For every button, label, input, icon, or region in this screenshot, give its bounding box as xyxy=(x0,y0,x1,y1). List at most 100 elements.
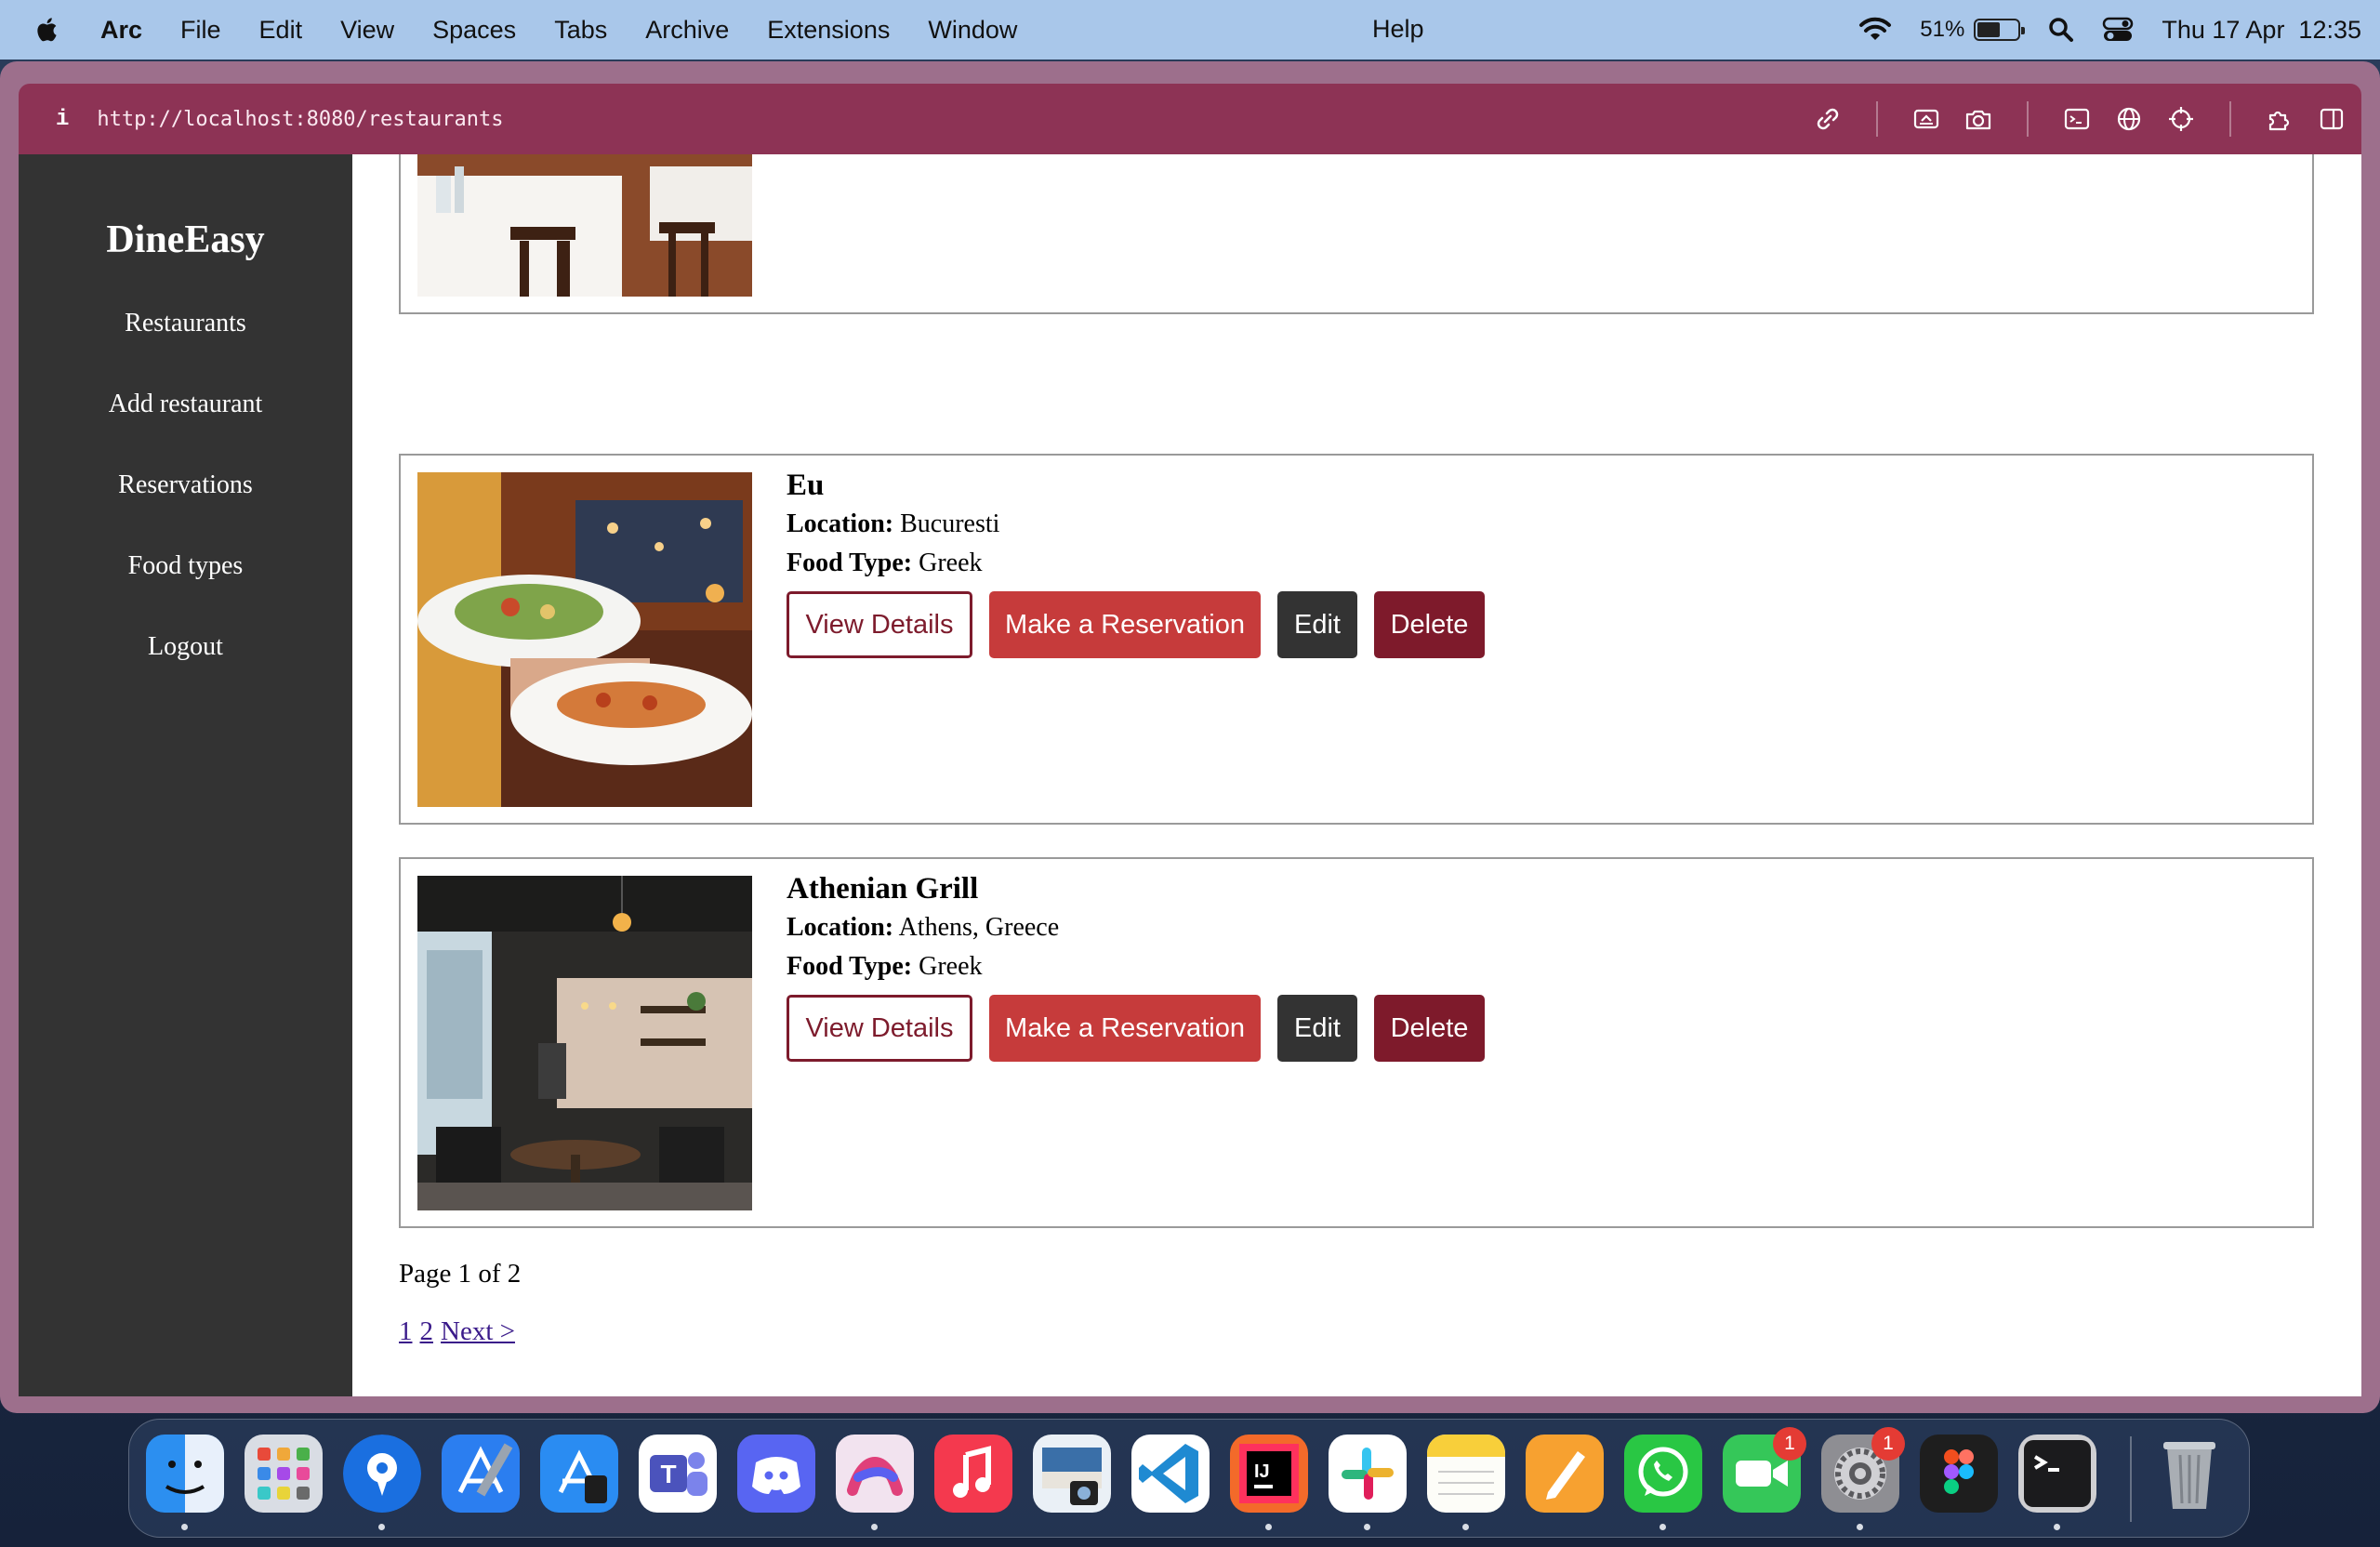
nav-add-restaurant[interactable]: Add restaurant xyxy=(19,386,352,467)
running-indicator xyxy=(871,1524,878,1530)
restaurant-name: Athenian Grill xyxy=(787,872,979,906)
location-label: Location: xyxy=(787,913,894,942)
location-label: Location: xyxy=(787,509,894,538)
app-store-icon[interactable] xyxy=(540,1435,618,1513)
control-center-icon[interactable] xyxy=(2102,17,2134,43)
discord-icon[interactable] xyxy=(737,1435,815,1513)
web-page: DineEasy Restaurants Add restaurant Rese… xyxy=(19,154,2361,1396)
delete-button[interactable]: Delete xyxy=(1374,591,1485,658)
edit-button[interactable]: Edit xyxy=(1277,995,1357,1062)
slack-icon[interactable] xyxy=(1329,1435,1407,1513)
pagination-status: Page 1 of 2 xyxy=(399,1259,522,1289)
pagination-links: 1 2 Next > xyxy=(399,1316,522,1347)
menu-tabs[interactable]: Tabs xyxy=(554,16,607,45)
running-indicator xyxy=(1659,1524,1666,1530)
terminal-icon[interactable] xyxy=(2018,1435,2096,1513)
extensions-icon[interactable] xyxy=(2263,102,2296,136)
battery-percent: 51% xyxy=(1920,17,1965,42)
running-indicator xyxy=(181,1524,188,1530)
restaurant-photo xyxy=(417,472,752,807)
food-type-label: Food Type: xyxy=(787,549,913,577)
menu-extensions[interactable]: Extensions xyxy=(767,16,890,45)
teams-icon[interactable]: T xyxy=(639,1435,717,1513)
next-page-link[interactable]: Next > xyxy=(441,1316,515,1346)
view-details-button[interactable]: View Details xyxy=(787,591,972,658)
running-indicator xyxy=(1462,1524,1469,1530)
menu-edit[interactable]: Edit xyxy=(259,16,303,45)
maps-icon[interactable] xyxy=(343,1435,421,1513)
trash-icon[interactable] xyxy=(2150,1435,2228,1513)
restaurant-card: Location: Food Type: Greek View Details … xyxy=(399,154,2314,314)
restaurant-food-type: Greek xyxy=(919,549,983,577)
nav-restaurants[interactable]: Restaurants xyxy=(19,305,352,386)
page-link-1[interactable]: 1 xyxy=(399,1316,413,1346)
restaurant-card: Eu Location: Bucuresti Food Type: Greek … xyxy=(399,454,2314,825)
menu-view[interactable]: View xyxy=(340,16,394,45)
running-indicator xyxy=(378,1524,385,1530)
spotlight-search-icon[interactable] xyxy=(2048,17,2074,43)
launchpad-icon[interactable] xyxy=(245,1435,323,1513)
address-bar[interactable]: http://localhost:8080/restaurants xyxy=(97,108,503,131)
preview-icon[interactable] xyxy=(1033,1435,1111,1513)
menu-window[interactable]: Window xyxy=(928,16,1017,45)
system-settings-badge: 1 xyxy=(1871,1427,1905,1461)
arc-icon[interactable] xyxy=(836,1435,914,1513)
facetime-badge: 1 xyxy=(1773,1427,1806,1461)
make-reservation-button[interactable]: Make a Reservation xyxy=(989,995,1261,1062)
menu-app-name[interactable]: Arc xyxy=(100,16,142,45)
grill-interior-image xyxy=(417,876,752,1210)
menu-file[interactable]: File xyxy=(180,16,221,45)
menu-spaces[interactable]: Spaces xyxy=(432,16,516,45)
dock: T IJ 1 1 xyxy=(128,1419,2250,1538)
app-sidebar: DineEasy Restaurants Add restaurant Rese… xyxy=(19,154,352,1396)
dining-room-image xyxy=(417,154,752,297)
restaurant-photo xyxy=(417,876,752,1210)
brand-logo[interactable]: DineEasy xyxy=(19,218,352,262)
delete-button[interactable]: Delete xyxy=(1374,995,1485,1062)
edit-button[interactable]: Edit xyxy=(1277,591,1357,658)
nav-logout[interactable]: Logout xyxy=(19,628,352,709)
whatsapp-icon[interactable] xyxy=(1624,1435,1702,1513)
notes-icon[interactable] xyxy=(1427,1435,1505,1513)
apple-icon[interactable] xyxy=(35,15,61,45)
restaurant-location: Athens, Greece xyxy=(898,913,1060,942)
music-icon[interactable] xyxy=(934,1435,1012,1513)
wifi-icon[interactable] xyxy=(1858,16,1892,44)
running-indicator xyxy=(1364,1524,1370,1530)
menu-help[interactable]: Help xyxy=(1372,15,1424,44)
view-details-button[interactable]: View Details xyxy=(787,995,972,1062)
dock-divider xyxy=(2130,1436,2132,1522)
crosshair-icon[interactable] xyxy=(2164,102,2198,136)
restaurant-food-type: Greek xyxy=(919,952,983,981)
restaurant-list: Location: Food Type: Greek View Details … xyxy=(352,154,2361,1396)
restaurant-location: Bucuresti xyxy=(900,509,1000,538)
browser-window: i http://localhost:8080/restaurants Dine… xyxy=(0,61,2380,1413)
restaurant-card: Athenian Grill Location: Athens, Greece … xyxy=(399,857,2314,1228)
menubar-clock[interactable]: Thu 17 Apr 12:35 xyxy=(2162,16,2361,45)
menu-archive[interactable]: Archive xyxy=(645,16,729,45)
split-view-icon[interactable] xyxy=(2315,102,2348,136)
site-info-icon[interactable]: i xyxy=(56,107,69,132)
food-type-label: Food Type: xyxy=(787,952,913,981)
copy-link-icon[interactable] xyxy=(1811,102,1844,136)
toolbar-divider xyxy=(2027,101,2029,137)
console-icon[interactable] xyxy=(2060,102,2094,136)
make-reservation-button[interactable]: Make a Reservation xyxy=(989,591,1261,658)
capture-icon[interactable] xyxy=(1910,102,1943,136)
battery-status[interactable]: 51% xyxy=(1920,17,2026,43)
pages-icon[interactable] xyxy=(1526,1435,1604,1513)
food-plates-image xyxy=(417,472,752,807)
toolbar-divider xyxy=(1876,101,1878,137)
finder-icon[interactable] xyxy=(146,1435,224,1513)
intellij-icon[interactable]: IJ xyxy=(1230,1435,1308,1513)
figma-icon[interactable] xyxy=(1920,1435,1998,1513)
xcode-icon[interactable] xyxy=(442,1435,520,1513)
camera-icon[interactable] xyxy=(1962,102,1995,136)
battery-icon xyxy=(1974,19,2026,41)
nav-reservations[interactable]: Reservations xyxy=(19,467,352,548)
globe-icon[interactable] xyxy=(2112,102,2146,136)
running-indicator xyxy=(1265,1524,1272,1530)
vscode-icon[interactable] xyxy=(1131,1435,1210,1513)
page-link-2[interactable]: 2 xyxy=(420,1316,434,1346)
nav-food-types[interactable]: Food types xyxy=(19,548,352,628)
